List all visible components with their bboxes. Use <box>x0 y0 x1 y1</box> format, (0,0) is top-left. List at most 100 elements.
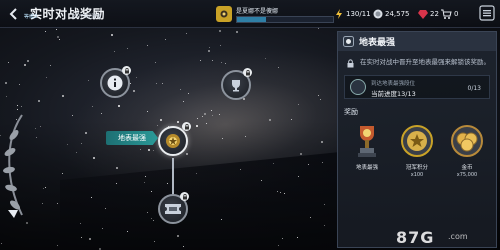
star <box>135 77 137 79</box>
star <box>176 120 179 123</box>
star <box>153 240 155 242</box>
star <box>49 64 51 66</box>
star <box>23 63 26 66</box>
xp-bar <box>236 15 334 23</box>
progress-count: 0/13 <box>467 85 481 92</box>
star <box>21 106 23 108</box>
lock-icon <box>243 68 252 77</box>
lock-icon <box>122 66 131 75</box>
menu-icon <box>479 5 495 21</box>
info-icon <box>107 75 123 91</box>
panel-description-text: 在实时对战中晋升至地表最强来解锁该奖励。 <box>360 58 490 66</box>
star <box>297 103 299 105</box>
star <box>113 51 115 53</box>
credits-value: 24,575 <box>385 10 410 18</box>
star <box>37 100 40 103</box>
gem-icon <box>417 9 428 20</box>
reward-detail-panel: 地表最强 在实时对战中晋升至地表最强来解锁该奖励。 到达地表最强段位 当前进度1… <box>337 31 497 248</box>
star <box>17 105 19 107</box>
xp-text: 22/73经验值 <box>72 14 102 20</box>
star <box>299 153 302 156</box>
energy-display[interactable]: 130/11 <box>333 6 371 22</box>
xp-bar-fill <box>237 16 266 22</box>
player-name: 是夏娜不是傻娜 <box>236 7 279 15</box>
player-panel[interactable]: 是夏娜不是傻娜 <box>216 3 334 25</box>
reward-amount: x100 <box>410 172 424 178</box>
star <box>45 77 47 79</box>
menu-button[interactable] <box>478 4 496 22</box>
panel-title: 地表最强 <box>359 38 396 48</box>
star <box>25 221 28 224</box>
star <box>34 127 36 129</box>
reward-label: 冠军积分 <box>405 165 428 171</box>
progress-box: 到达地表最强段位 当前进度13/13 0/13 <box>344 75 490 99</box>
reward-item[interactable]: 冠军积分 x100 <box>396 121 438 178</box>
star <box>318 94 319 96</box>
star <box>41 202 43 204</box>
star <box>6 96 8 98</box>
star <box>44 30 46 32</box>
rewards-list: 地表最强 冠军积分 x100 金币 x75,000 <box>338 119 496 180</box>
laurel-decoration-icon <box>3 114 23 218</box>
star <box>182 245 184 247</box>
star <box>144 175 146 177</box>
reward-item[interactable]: 金币 x75,000 <box>446 121 488 178</box>
lock-icon <box>182 122 191 131</box>
gems-display[interactable]: 22 <box>417 6 439 22</box>
selected-node-label: 地表最强 <box>106 131 158 145</box>
panel-description: 在实时对战中晋升至地表最强来解锁该奖励。 <box>338 51 496 71</box>
progress-label: 到达地表最强段位 <box>371 81 416 87</box>
star <box>277 244 279 246</box>
credits-display[interactable]: 24,575 <box>372 6 410 22</box>
trophy-icon <box>232 80 240 92</box>
star <box>59 39 61 41</box>
gold-coins-icon <box>449 121 485 161</box>
player-level: 等级2 <box>24 14 38 20</box>
star <box>4 81 7 84</box>
star <box>150 218 152 220</box>
reward-item[interactable]: 地表最强 <box>346 121 388 178</box>
lock-icon <box>180 192 189 201</box>
star <box>165 39 167 41</box>
star <box>56 36 59 39</box>
star <box>220 44 222 46</box>
node-connector <box>172 158 174 196</box>
star <box>220 61 222 63</box>
star <box>126 230 128 232</box>
cart-display[interactable]: 0 <box>441 6 458 22</box>
star <box>115 182 117 184</box>
star <box>221 137 223 139</box>
star <box>90 196 92 198</box>
star <box>297 236 299 238</box>
star <box>8 61 10 63</box>
rank-trophy-icon <box>349 121 385 161</box>
star <box>79 222 81 224</box>
star <box>92 156 95 159</box>
star <box>19 84 21 86</box>
progress-current: 当前进度13/13 <box>371 90 416 98</box>
star <box>57 244 59 246</box>
rewards-heading: 奖励 <box>344 108 358 116</box>
star <box>61 172 63 174</box>
star <box>323 203 325 205</box>
star <box>236 31 239 34</box>
star <box>281 237 283 239</box>
back-arrow-icon <box>9 7 17 20</box>
reward-amount: x75,000 <box>456 172 478 178</box>
cart-icon <box>441 9 452 20</box>
lock-icon <box>347 59 354 68</box>
star <box>219 29 222 32</box>
star <box>27 59 30 62</box>
star <box>218 114 220 116</box>
reward-label: 地表最强 <box>355 165 378 171</box>
star <box>209 46 211 48</box>
back-button[interactable] <box>4 4 24 24</box>
star <box>104 207 106 209</box>
rank-medal-icon <box>166 134 180 148</box>
star <box>100 112 102 114</box>
energy-value: 130/11 <box>346 10 371 18</box>
star <box>72 114 74 116</box>
star <box>80 236 82 238</box>
rank-badge-icon <box>216 6 232 22</box>
star <box>152 149 154 151</box>
